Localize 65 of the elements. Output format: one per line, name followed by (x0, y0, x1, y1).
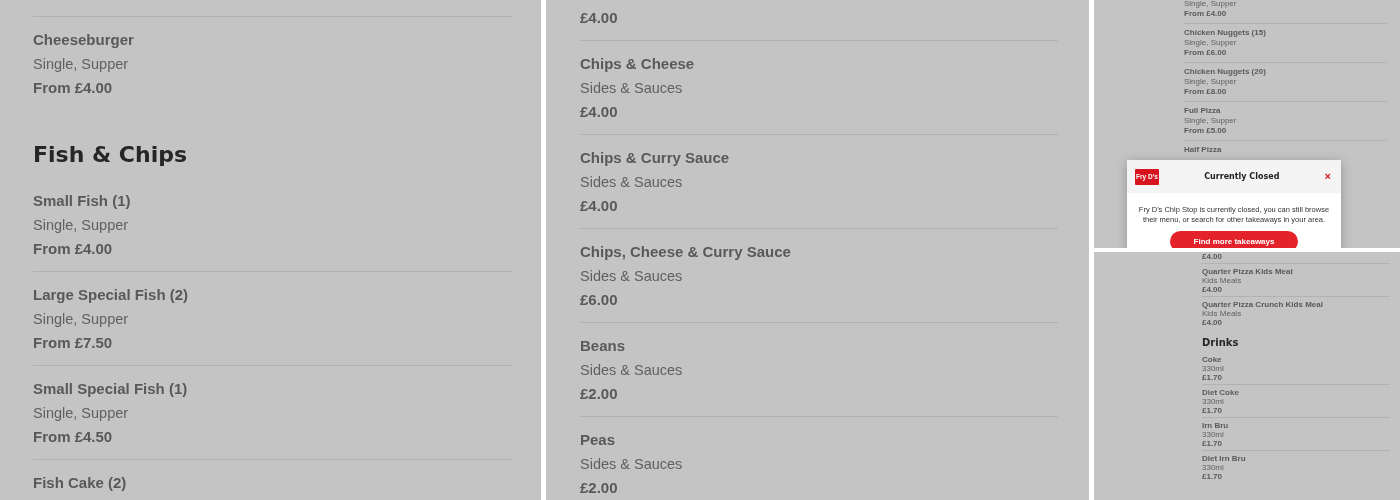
menu-item-description: 330ml (1202, 364, 1224, 373)
menu-item-description: Single, Supper (1184, 38, 1237, 48)
menu-item-description: Single, Supper (1184, 0, 1237, 9)
menu-item-description: 330ml (1202, 463, 1224, 472)
menu-item-name[interactable]: Small Special Fish (1) (33, 377, 188, 401)
menu-item-description: Sides & Sauces (580, 173, 683, 192)
menu-item-name[interactable]: Chips & Cheese (580, 52, 695, 76)
menu-item-description: 330ml (1202, 430, 1224, 439)
menu-item-price: £1.70 (1202, 373, 1223, 382)
menu-item-price: £6.00 (580, 290, 618, 310)
section-heading: Fish & Chips (33, 141, 188, 169)
dialog-title: Currently Closed (1203, 172, 1281, 181)
menu-item-name[interactable]: Diet Coke (1202, 388, 1239, 397)
menu-item-price: £4.00 (580, 102, 618, 122)
menu-item-name[interactable]: Small Fish (1) (33, 189, 131, 213)
menu-item-description: Single, Supper (33, 55, 129, 74)
menu-item-price: £1.70 (1202, 406, 1223, 415)
close-button[interactable]: × (1324, 171, 1331, 182)
menu-item-price: From £7.50 (33, 333, 113, 353)
menu-item-name[interactable]: Quarter Pizza Crunch Kids Meal (1202, 300, 1323, 309)
menu-item-price: £4.00 (1202, 285, 1223, 294)
menu-item-price: £1.70 (1202, 472, 1223, 481)
menu-item-description: Sides & Sauces (580, 361, 683, 380)
menu-item-description: Sides & Sauces (580, 79, 683, 98)
menu-item-price: £4.00 (1202, 318, 1223, 327)
menu-item-name[interactable]: Cheeseburger (33, 28, 134, 52)
menu-item-description: Sides & Sauces (580, 455, 683, 474)
menu-item-description: Single, Supper (33, 216, 129, 235)
menu-item-name[interactable]: Irn Bru (1202, 421, 1229, 430)
menu-item-price: From £6.00 (1184, 48, 1227, 58)
menu-item-price: £4.00 (580, 196, 618, 216)
menu-item-description: Single, Supper (1184, 116, 1237, 126)
menu-item-name[interactable]: Large Special Fish (2) (33, 283, 189, 307)
menu-item-price: £4.00 (1202, 252, 1223, 261)
menu-item-price: From £5.00 (1184, 126, 1227, 136)
menu-item-price: From £4.50 (33, 427, 113, 447)
menu-item-description: Single, Supper (33, 310, 129, 329)
menu-item-name[interactable]: Full Pizza (1184, 106, 1221, 116)
menu-item-price: From £4.00 (33, 78, 113, 98)
menu-item-name[interactable]: Chips, Cheese & Curry Sauce (580, 240, 791, 264)
menu-item-name[interactable]: Fish Cake (2) (33, 471, 127, 495)
menu-item-price: £2.00 (580, 478, 618, 498)
menu-item-description: Single, Supper (1184, 77, 1237, 87)
menu-item-name[interactable]: Beans (580, 334, 626, 358)
menu-item-name[interactable]: Chicken Nuggets (15) (1184, 28, 1266, 38)
menu-item-price: From £4.00 (1184, 9, 1227, 19)
menu-item-name[interactable]: Peas (580, 428, 616, 452)
menu-item-name[interactable]: Diet Irn Bru (1202, 454, 1246, 463)
menu-item-name[interactable]: Chips & Curry Sauce (580, 146, 730, 170)
menu-item-description: Single, Supper (33, 404, 129, 423)
menu-item-price: From £4.00 (33, 239, 113, 259)
section-heading: Drinks (1202, 337, 1239, 349)
menu-item-description: Sides & Sauces (580, 267, 683, 286)
menu-item-description: Kids Meals (1202, 309, 1242, 318)
menu-item-name[interactable]: Half Pizza (1184, 145, 1222, 155)
menu-item-name[interactable]: Coke (1202, 355, 1222, 364)
menu-item-description: 330ml (1202, 397, 1224, 406)
menu-item-name[interactable]: Quarter Pizza Kids Meal (1202, 267, 1293, 276)
menu-item-description: Kids Meals (1202, 276, 1242, 285)
menu-item-price: From £8.00 (1184, 87, 1227, 97)
menu-item-price: £1.70 (1202, 439, 1223, 448)
find-takeaways-button[interactable]: Find more takeaways (1170, 231, 1298, 248)
menu-item-price: £4.00 (580, 8, 618, 28)
menu-item-name[interactable]: Chicken Nuggets (20) (1184, 67, 1266, 77)
menu-item-price: £2.00 (580, 384, 618, 404)
